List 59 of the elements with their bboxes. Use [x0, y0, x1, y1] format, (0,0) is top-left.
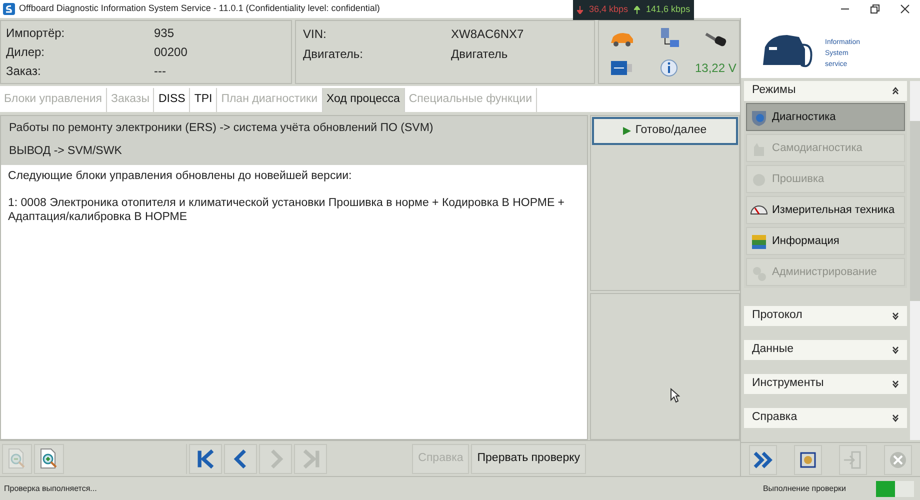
- message-text: 1: 0008 Электроника отопителя и климатической установки Прошивка в норме + Кодировка В НОРМЕ + Адаптация/калибровка В НОРМЕ: [8, 196, 566, 224]
- expand-icon: [892, 346, 899, 354]
- navigation-button[interactable]: [224, 444, 257, 474]
- mode-item[interactable]: Информация: [746, 227, 905, 255]
- field-label: Дилер:: [6, 44, 46, 61]
- car-icon: [609, 31, 636, 47]
- breadcrumb-text: Работы по ремонту электроники (ERS) -> система учёта обновлений ПО (SVM): [9, 121, 434, 136]
- section-header[interactable]: Данные: [744, 340, 907, 360]
- exit-icon: [842, 448, 864, 470]
- zoom-in-icon: [39, 448, 59, 470]
- section-header[interactable]: Справка: [744, 408, 907, 428]
- modes-header[interactable]: Режимы: [744, 81, 907, 101]
- field-value: 935: [154, 24, 176, 42]
- abort-button[interactable]: Прервать проверку: [471, 444, 586, 474]
- down-arrow-icon: [577, 6, 583, 14]
- status-text: Проверка выполняется...: [3, 482, 97, 494]
- progress-label: Выполнение проверки: [762, 482, 846, 494]
- play-icon: [623, 127, 632, 135]
- upload-speed: 141,6 kbps: [646, 3, 690, 16]
- mode-item[interactable]: Диагностика: [746, 103, 905, 131]
- sidebar-tool-button[interactable]: [749, 444, 778, 474]
- field-value: 00200: [154, 44, 188, 61]
- navigation-button[interactable]: [189, 444, 222, 474]
- scrollbar[interactable]: [910, 81, 920, 440]
- books-icon: [750, 232, 768, 250]
- zoom-in-button[interactable]: [34, 444, 64, 474]
- field-label: Двигатель:: [303, 46, 364, 63]
- usb-icon: [611, 61, 634, 75]
- key-icon: [704, 30, 728, 48]
- app-icon: [3, 3, 15, 15]
- window-title: Offboard Diagnostic Information System Service - 11.0.1 (Confidentiality level: confidential): [19, 2, 380, 16]
- field-label: VIN:: [303, 26, 328, 43]
- shield-icon: [750, 108, 768, 126]
- download-speed: 36,4 kbps: [589, 3, 628, 16]
- info-icon: [660, 59, 678, 77]
- expand-icon: [892, 414, 899, 422]
- voltage-reading: 13,22 V: [694, 60, 736, 77]
- field-value: XW8AC6NX7: [451, 26, 525, 43]
- message-text: Следующие блоки управления обновлены до новейшей версии:: [8, 168, 353, 182]
- section-header[interactable]: Инструменты: [744, 374, 907, 394]
- mouse-cursor-icon: [670, 388, 680, 403]
- collapse-icon: [892, 87, 899, 95]
- expand-icon: [892, 312, 899, 320]
- zoom-out-icon: [7, 448, 27, 470]
- sidebar-tool-button[interactable]: [794, 444, 822, 474]
- field-value: Двигатель: [451, 46, 509, 63]
- field-value: ---: [154, 63, 167, 80]
- breadcrumb-text: ВЫВОД -> SVM/SWK: [9, 144, 123, 160]
- section-header[interactable]: Протокол: [744, 306, 907, 326]
- next-button[interactable]: Готово/далее: [592, 117, 738, 145]
- mode-item[interactable]: Измерительная техника: [746, 196, 905, 224]
- field-label: Заказ:: [6, 63, 42, 80]
- expand-icon: [892, 380, 899, 388]
- restore-icon[interactable]: [870, 4, 880, 14]
- gauge-icon: [750, 205, 768, 215]
- up-arrow-icon: [634, 6, 640, 14]
- close-icon[interactable]: [900, 4, 910, 14]
- tab[interactable]: Ход процесса: [322, 88, 405, 112]
- field-label: Импортёр:: [6, 24, 66, 42]
